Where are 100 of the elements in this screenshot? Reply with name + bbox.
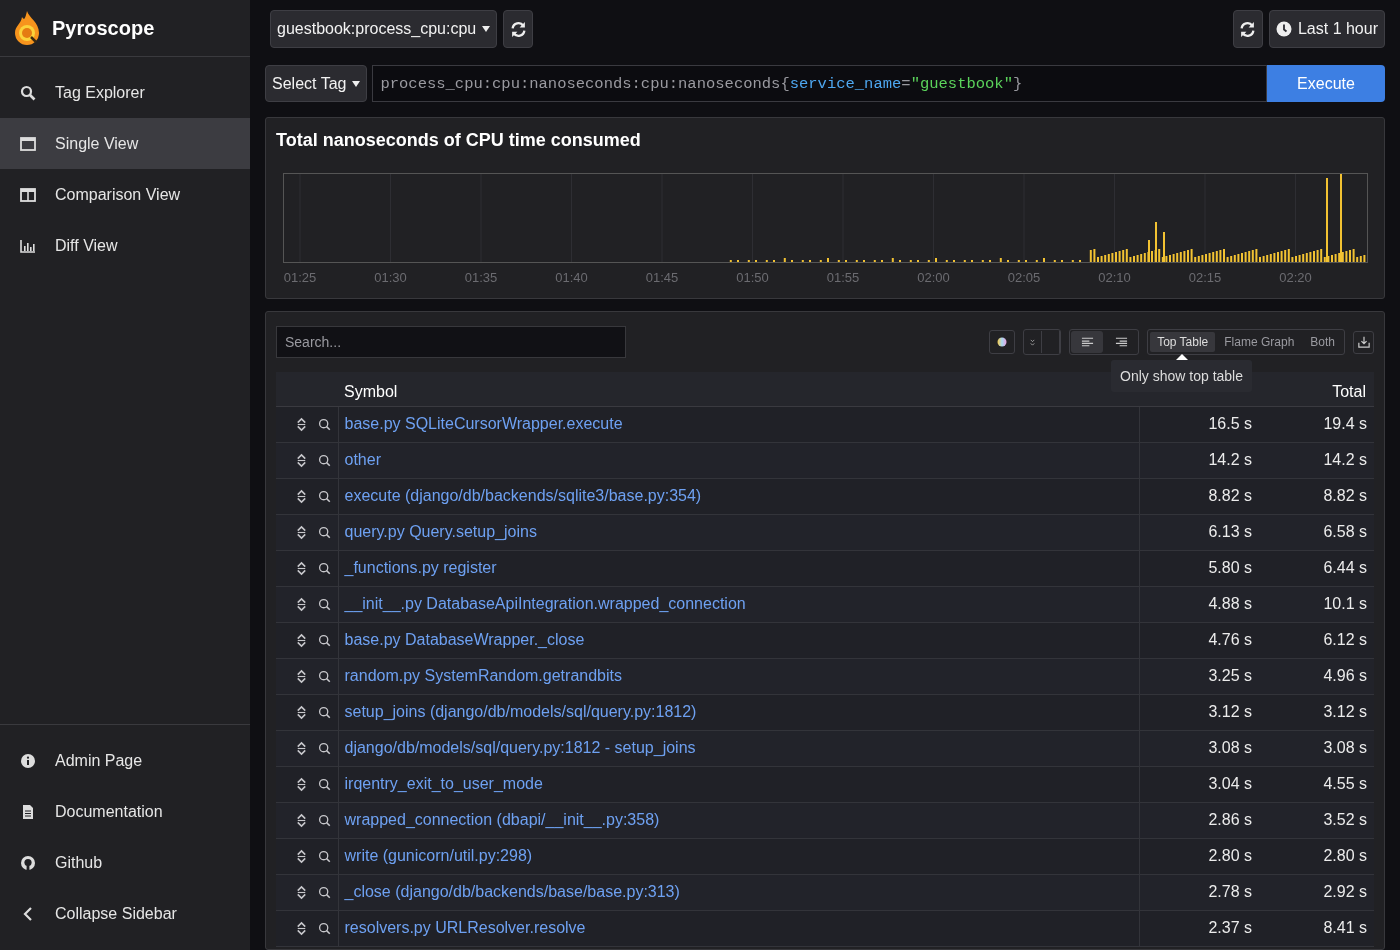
axis-label: 02:15 [1188,270,1222,285]
search-icon[interactable] [318,920,331,936]
search-icon[interactable] [318,452,331,468]
palette-button[interactable] [989,330,1016,354]
view-mode-tab[interactable]: Top Table [1150,332,1216,352]
expand-collapse-icon[interactable] [295,488,308,504]
table-cell: 14.2 s [1139,442,1259,478]
double-chevron-down-icon [1029,338,1037,346]
table-cell: 6.12 s [1259,622,1374,658]
symbol-link[interactable]: other [338,442,1139,478]
table-cell: 3.08 s [1139,730,1259,766]
symbol-link[interactable]: _close (django/db/backends/base/base.py:313) [338,874,1139,910]
search-icon[interactable] [318,488,331,504]
axis-label: 02:05 [1007,270,1041,285]
brand-name: Pyroscope [52,16,155,40]
expand-collapse-icon[interactable] [295,452,308,468]
tooltip-arrow-icon [1175,354,1188,360]
table-cell: 3.12 s [1139,694,1259,730]
axis-label: 01:25 [283,270,317,285]
table-cell: 14.2 s [1259,442,1374,478]
axis-label: 01:40 [555,270,588,285]
expand-collapse-icon[interactable] [295,632,308,648]
app-select[interactable]: guestbook:process_cpu:cpu [270,10,498,48]
export-button[interactable] [1353,330,1374,354]
symbol-link[interactable]: query.py Query.setup_joins [338,514,1139,550]
symbol-link[interactable]: execute (django/db/backends/sqlite3/base.py:354) [338,478,1139,514]
sidebar-item[interactable]: Comparison View [0,169,250,220]
align-right-icon [1114,337,1128,347]
expand-collapse-icon[interactable] [295,740,308,756]
query-input[interactable]: process_cpu:cpu:nanoseconds:cpu:nanoseconds{service_name="guestbook"} [372,65,1267,102]
table-cell: 6.13 s [1139,514,1259,550]
align-left-button[interactable] [1071,331,1104,353]
search-icon[interactable] [318,848,331,864]
search-icon[interactable] [318,524,331,540]
expand-collapse-icon[interactable] [295,920,308,936]
sidebar-item[interactable]: Documentation [0,786,250,837]
expand-collapse-icon[interactable] [295,560,308,576]
symbol-link[interactable]: write (gunicorn/util.py:298) [338,838,1139,874]
select-tag-button[interactable]: Select Tag [265,65,368,102]
expand-collapse-icon[interactable] [295,596,308,612]
view-mode-tab[interactable]: Both [1303,332,1342,352]
sidebar-item[interactable]: Tag Explorer [0,67,250,118]
search-icon[interactable] [318,884,331,900]
search-icon[interactable] [318,596,331,612]
search-icon[interactable] [318,560,331,576]
axis-label: 02:10 [1098,270,1131,285]
columns-icon [20,186,36,203]
expand-collapse-icon[interactable] [295,848,308,864]
table-cell: 5.80 s [1139,550,1259,586]
expand-collapse-icon[interactable] [295,812,308,828]
symbol-link[interactable]: wrapped_connection (dbapi/__init__.py:358) [338,802,1139,838]
refresh-button[interactable] [1232,10,1263,48]
info-icon [20,752,36,769]
expand-collapse-icon[interactable] [295,524,308,540]
table-cell: 4.76 s [1139,622,1259,658]
table-cell: 3.12 s [1259,694,1374,730]
expand-collapse-icon[interactable] [295,704,308,720]
table-cell: 19.4 s [1259,406,1374,442]
column-header[interactable]: Total [1259,372,1374,406]
sidebar-item[interactable]: Single View [0,118,250,169]
axis-label: 01:45 [645,270,679,285]
symbol-link[interactable]: _functions.py register [338,550,1139,586]
search-icon[interactable] [318,812,331,828]
symbol-link[interactable]: base.py DatabaseWrapper._close [338,622,1139,658]
expand-collapse-icon[interactable] [295,884,308,900]
expand-collapse-icon[interactable] [295,668,308,684]
search-icon[interactable] [318,776,331,792]
search-field[interactable]: Search... [276,326,626,358]
window-icon [20,135,36,152]
symbol-link[interactable]: django/db/models/sql/query.py:1812 - setup_joins [338,730,1139,766]
sidebar-item[interactable]: Diff View [0,220,250,271]
symbol-link[interactable]: base.py SQLiteCursorWrapper.execute [338,406,1139,442]
sidebar-item[interactable]: Collapse Sidebar [0,888,250,939]
refresh-icon [1239,20,1257,38]
clock-icon [1275,21,1292,37]
table-cell: 6.58 s [1259,514,1374,550]
sidebar-item[interactable]: Github [0,837,250,888]
search-icon[interactable] [318,704,331,720]
symbol-link[interactable]: setup_joins (django/db/models/sql/query.py:1812) [338,694,1139,730]
bar-chart-icon [20,237,36,254]
search-icon[interactable] [318,740,331,756]
symbol-link[interactable]: resolvers.py URLResolver.resolve [338,910,1139,946]
sidebar-item[interactable]: Admin Page [0,735,250,786]
time-range-button[interactable]: Last 1 hour [1268,10,1385,48]
view-mode-tab[interactable]: Flame Graph [1217,332,1302,352]
table-cell: 8.82 s [1259,478,1374,514]
symbol-link[interactable]: random.py SystemRandom.getrandbits [338,658,1139,694]
search-icon[interactable] [318,668,331,684]
symbol-link[interactable]: __init__.py DatabaseApiIntegration.wrapped_connection [338,586,1139,622]
search-icon[interactable] [318,416,331,432]
download-icon [1357,336,1370,348]
symbol-link[interactable]: irqentry_exit_to_user_mode [338,766,1139,802]
execute-button[interactable]: Execute [1267,65,1385,102]
expand-collapse-icon[interactable] [295,416,308,432]
search-icon[interactable] [318,632,331,648]
refresh-button[interactable] [503,10,534,48]
table-cell: 2.92 s [1259,874,1374,910]
table-cell: 3.08 s [1259,730,1374,766]
expand-collapse-icon[interactable] [295,776,308,792]
table-cell: 8.41 s [1259,910,1374,946]
